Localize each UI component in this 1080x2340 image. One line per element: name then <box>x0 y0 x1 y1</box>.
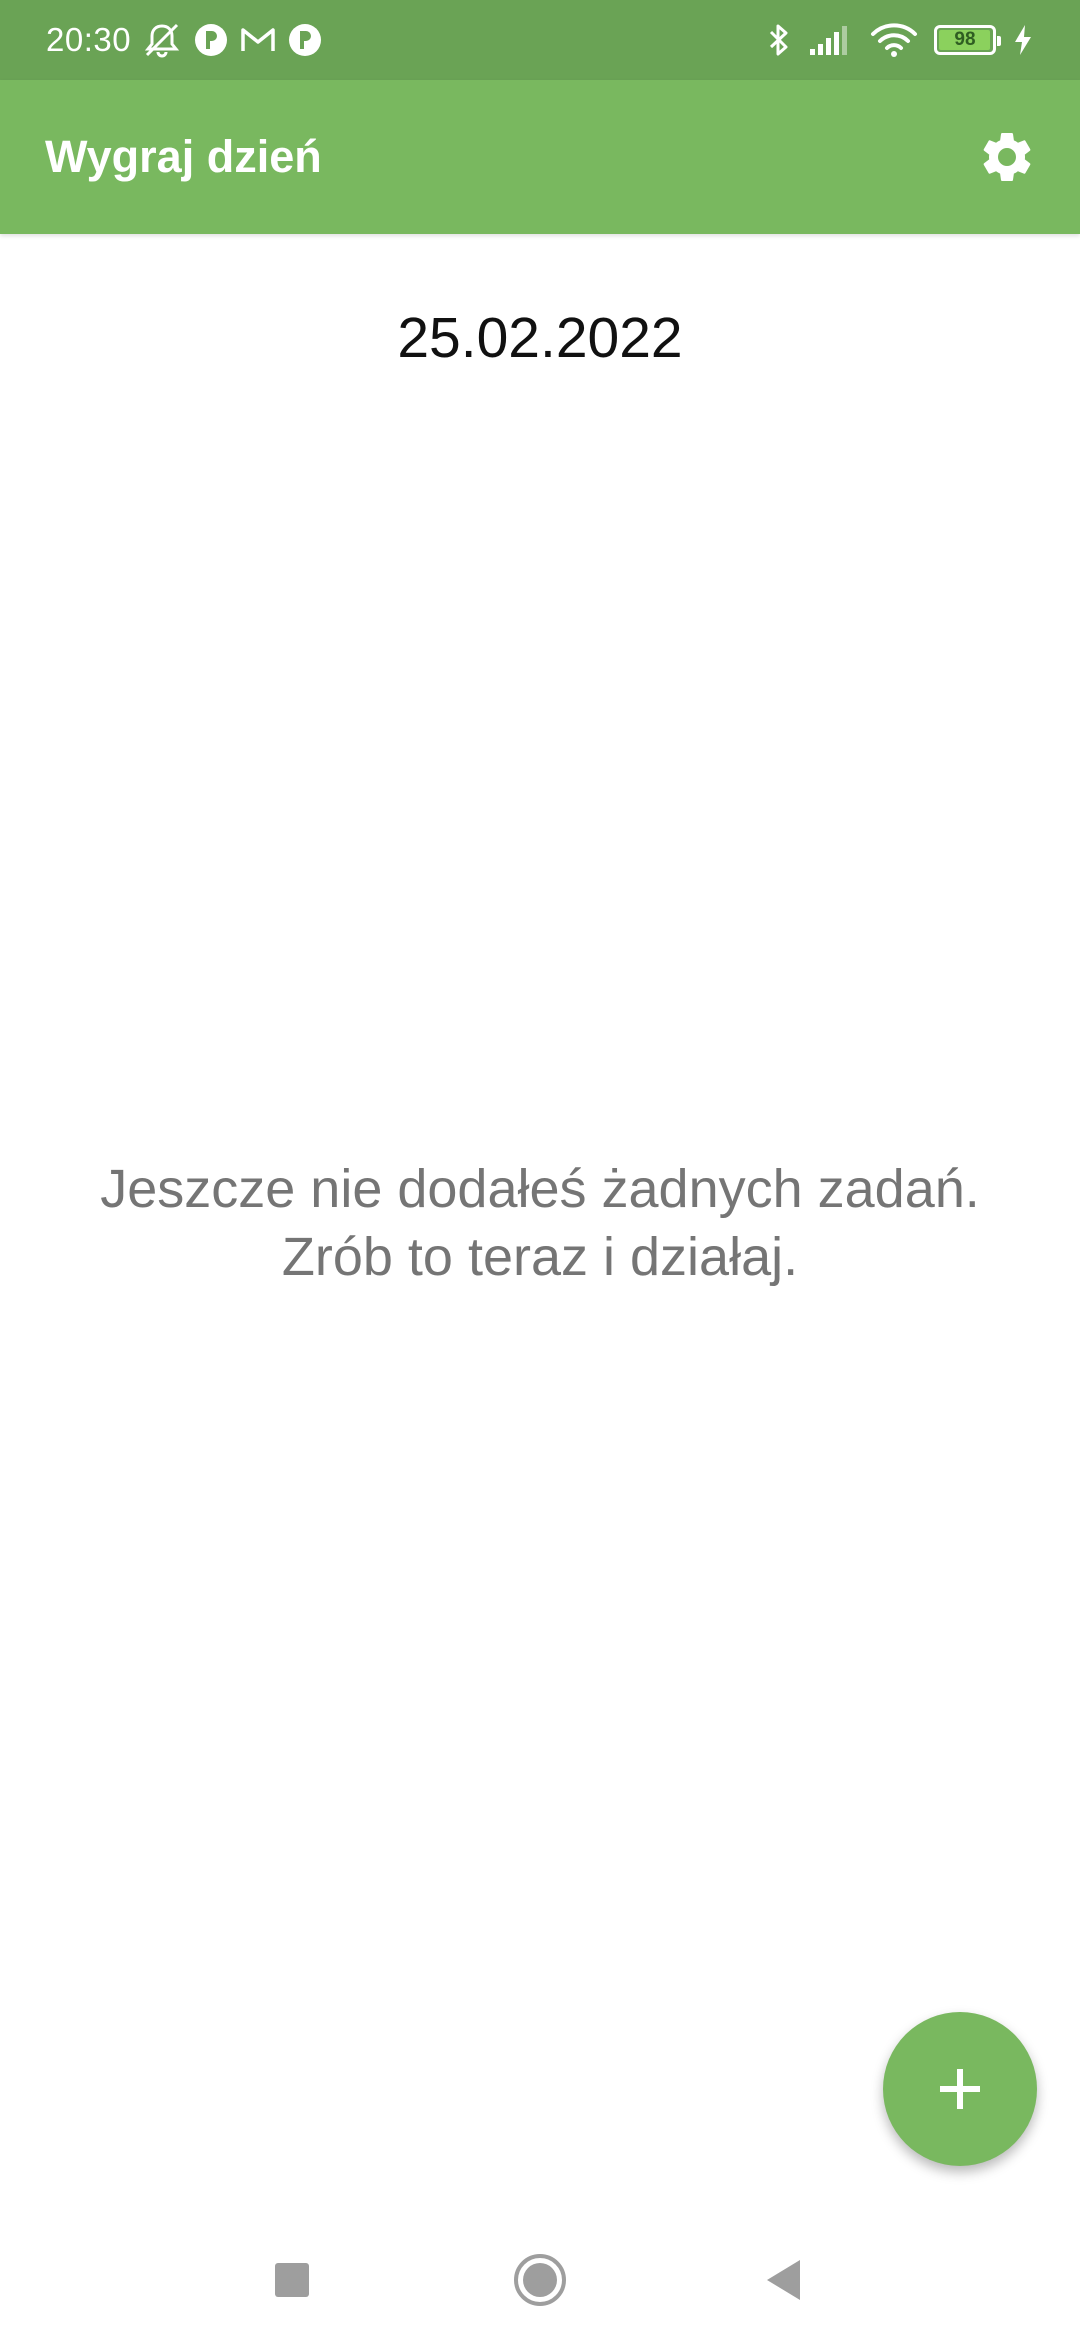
charging-icon <box>1012 23 1034 57</box>
battery-icon: 98 <box>934 25 1001 55</box>
status-right: 98 <box>766 21 1034 59</box>
app-bar: Wygraj dzień <box>0 80 1080 234</box>
gmail-icon <box>239 25 277 55</box>
muted-bell-icon <box>141 21 183 59</box>
recents-square-icon <box>275 2263 309 2297</box>
back-button[interactable] <box>744 2240 824 2320</box>
date-label[interactable]: 25.02.2022 <box>0 305 1080 371</box>
app-notification-icon <box>287 22 323 58</box>
plus-icon <box>940 2069 980 2109</box>
add-task-button[interactable] <box>883 2012 1037 2166</box>
settings-button[interactable] <box>971 121 1043 193</box>
bluetooth-icon <box>766 21 792 59</box>
app-title: Wygraj dzień <box>45 131 322 182</box>
signal-icon <box>808 23 854 57</box>
recents-button[interactable] <box>252 2240 332 2320</box>
status-left: 20:30 <box>46 21 323 59</box>
battery-level: 98 <box>954 29 976 50</box>
back-triangle-icon <box>767 2260 800 2300</box>
empty-message-line-2: Zrób to teraz i działaj. <box>281 1227 799 1287</box>
status-time: 20:30 <box>46 21 132 58</box>
empty-state-message: Jeszcze nie dodałeś żadnych zadań. Zrób … <box>40 1155 1040 1291</box>
status-bar: 20:30 98 <box>0 0 1080 80</box>
app-notification-icon <box>193 22 229 58</box>
navigation-bar <box>0 2220 1080 2340</box>
home-circle-icon <box>514 2254 566 2306</box>
gear-icon <box>983 132 1031 181</box>
home-button[interactable] <box>500 2240 580 2320</box>
wifi-icon <box>870 22 918 58</box>
empty-message-line-1: Jeszcze nie dodałeś żadnych zadań. <box>100 1159 980 1219</box>
